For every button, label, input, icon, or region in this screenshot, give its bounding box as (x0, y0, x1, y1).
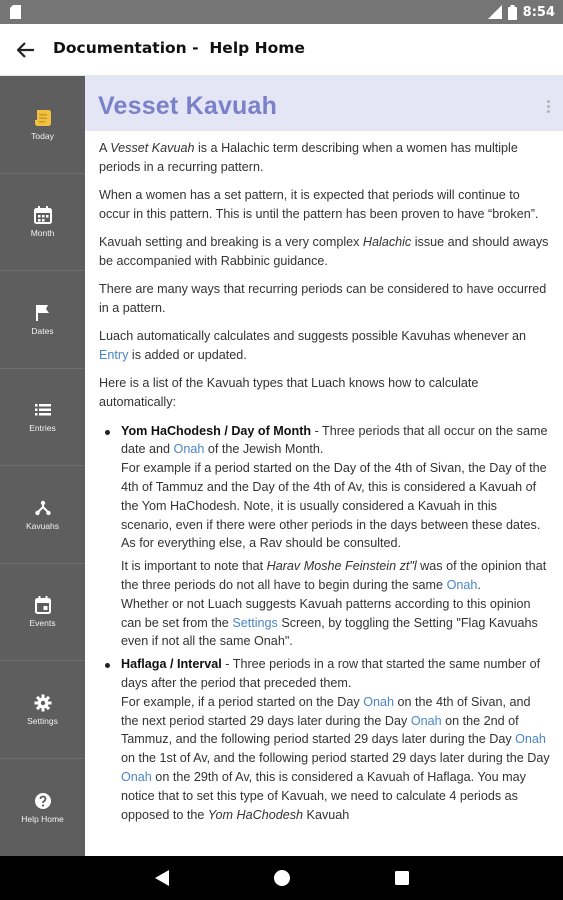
doc-content[interactable]: Vesset Kavuah A Vesset Kavuah is a Halac… (85, 76, 563, 856)
sidebar-item-help-home[interactable]: Help Home (0, 759, 85, 857)
back-arrow-icon (17, 42, 34, 58)
sidebar-item-entries[interactable]: Entries (0, 369, 85, 466)
sidebar-item-dates[interactable]: Dates (0, 271, 85, 369)
back-button[interactable] (13, 37, 39, 63)
sidebar-item-settings[interactable]: Settings (0, 661, 85, 759)
list-item: Haflaga / Interval - Three periods in a … (105, 655, 551, 824)
paragraph: Here is a list of the Kavuah types that … (99, 376, 479, 410)
example-text: For example if a period started on the D… (121, 461, 547, 551)
list-item: Yom HaChodesh / Day of Month - Three per… (105, 422, 551, 652)
nav-recents-button[interactable] (391, 867, 413, 889)
system-nav-bar (0, 856, 563, 900)
kavuah-type-list: Yom HaChodesh / Day of Month - Three per… (99, 422, 551, 825)
app-header: Documentation - Help Home (0, 24, 563, 76)
nav-back-icon (155, 870, 169, 886)
doc-title: Vesset Kavuah (98, 92, 278, 120)
overflow-menu-icon[interactable] (545, 100, 551, 116)
paragraph: When a women has a set pattern, it is ex… (99, 188, 539, 221)
paragraph: There are many ways that recurring perio… (99, 282, 547, 316)
scroll-icon (33, 108, 53, 128)
sidebar-item-label: Help Home (21, 813, 64, 824)
onah-link[interactable]: Onah (515, 732, 546, 746)
paragraph: A Vesset Kavuah is a Halachic term descr… (99, 141, 518, 174)
sidebar-item-today[interactable]: Today (0, 76, 85, 174)
settings-link[interactable]: Settings (232, 616, 278, 630)
help-icon (33, 791, 53, 811)
branch-icon (33, 498, 53, 518)
sidebar-item-kavuahs[interactable]: Kavuahs (0, 466, 85, 564)
onah-link[interactable]: Onah (121, 770, 152, 784)
sidebar: Today Month Dates Entries Kavuahs Events (0, 76, 85, 856)
sidebar-item-label: Entries (29, 423, 56, 434)
entry-link[interactable]: Entry (99, 348, 128, 362)
nav-back-button[interactable] (151, 867, 173, 889)
gear-icon (33, 693, 53, 713)
sidebar-item-month[interactable]: Month (0, 174, 85, 271)
paragraph: Luach automatically calculates and sugge… (99, 329, 527, 363)
status-icons: 8:54 (487, 0, 555, 24)
sidebar-item-events[interactable]: Events (0, 564, 85, 661)
doc-title-bar: Vesset Kavuah (85, 76, 563, 131)
sidebar-item-label: Events (29, 618, 56, 629)
signal-icon (487, 5, 502, 19)
sidebar-item-label: Month (30, 228, 55, 239)
flag-icon (33, 303, 53, 323)
page-title: Documentation - Help Home (53, 39, 305, 57)
list-item-term: Yom HaChodesh / Day of Month (121, 423, 312, 438)
status-time: 8:54 (522, 4, 555, 20)
onah-link[interactable]: Onah (174, 442, 205, 456)
nav-home-button[interactable] (271, 867, 293, 889)
onah-link[interactable]: Onah (447, 578, 478, 592)
sidebar-item-label: Today (31, 130, 54, 141)
battery-icon (507, 4, 517, 20)
event-icon (33, 595, 53, 615)
article-body: A Vesset Kavuah is a Halachic term descr… (99, 139, 551, 828)
sidebar-item-label: Kavuahs (25, 520, 60, 531)
list-icon (33, 400, 53, 420)
sidebar-item-label: Settings (27, 715, 58, 726)
onah-link[interactable]: Onah (363, 695, 394, 709)
paragraph: Kavuah setting and breaking is a very co… (99, 235, 549, 268)
calendar-icon (33, 205, 53, 225)
nav-home-icon (274, 870, 290, 886)
status-bar: 8:54 (0, 0, 563, 24)
sidebar-item-label: Dates (31, 325, 54, 336)
nav-recents-icon (395, 871, 409, 885)
list-item-term: Haflaga / Interval (121, 657, 222, 672)
sd-card-icon (10, 5, 21, 19)
onah-link[interactable]: Onah (411, 714, 442, 728)
